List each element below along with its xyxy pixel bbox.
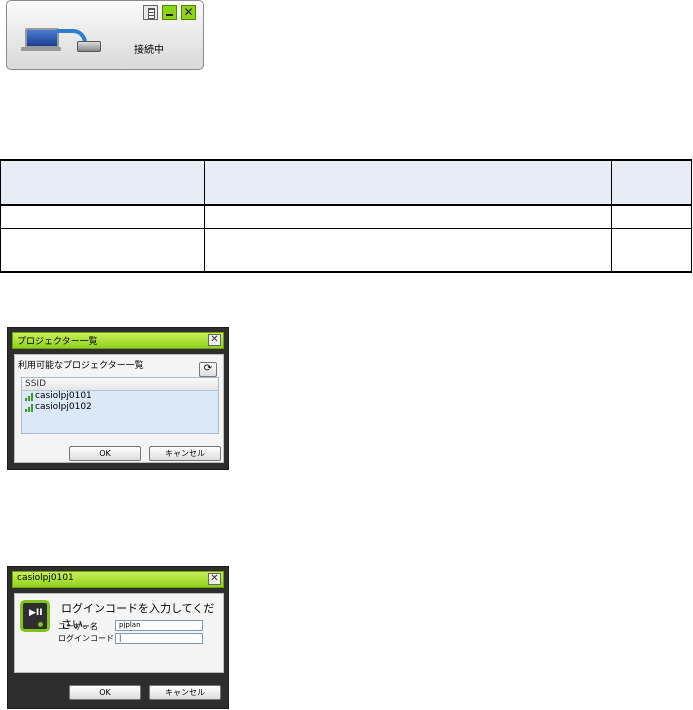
projector-icon [77,41,101,52]
dialog-title: プロジェクター一覧 [17,337,98,347]
login-code-field[interactable]: | [115,633,203,644]
list-item-label: casiolpj0101 [35,391,92,401]
dialog-titlebar: casiolpj0101 ✕ [12,571,224,588]
app-icon: ▶II [20,600,50,632]
login-code-label: ログインコード [58,634,114,643]
dialog-body: ▶II ログインコードを入力してください。 ユーザー名 pjplan ログインコ… [14,593,224,673]
projector-list-subtitle: 利用可能なプロジェクター一覧 [18,361,144,371]
info-table [0,159,692,273]
ok-button[interactable]: OK [69,446,141,461]
dialog-titlebar: プロジェクター一覧 ✕ [12,332,224,349]
list-item-label: casiolpj0102 [35,402,92,412]
signal-strength-icon [25,392,34,401]
status-dot [38,622,43,627]
play-pause-icon: ▶II [29,608,43,618]
table-cell [0,228,205,273]
info-icon[interactable] [143,5,158,20]
laptop-base [21,47,61,51]
signal-strength-icon [25,403,34,412]
cancel-button[interactable]: キャンセル [149,446,221,461]
close-button[interactable]: ✕ [208,334,221,346]
table-cell [611,204,692,229]
table-header-row [0,159,692,206]
login-dialog: casiolpj0101 ✕ ▶II ログインコードを入力してください。 ユーザ… [7,566,229,709]
close-button[interactable]: ✕ [208,573,221,585]
close-button[interactable]: ✕ [181,5,196,20]
list-item[interactable]: casiolpj0101 [22,391,218,402]
table-cell [203,228,613,273]
table-header-cell [0,159,205,206]
table-row [0,204,692,229]
list-column-header-ssid[interactable]: SSID [22,378,218,391]
list-item[interactable]: casiolpj0102 [22,402,218,413]
connection-status: 接続中 [134,45,164,56]
minimize-button[interactable] [162,5,177,20]
table-cell [0,204,205,229]
connection-widget: ✕ 接続中 [6,0,204,70]
table-cell [611,228,692,273]
projector-list: SSID casiolpj0101 casiolpj0102 [21,377,219,434]
cancel-button[interactable]: キャンセル [149,685,221,700]
ok-button[interactable]: OK [69,685,141,700]
table-row [0,228,692,273]
username-label: ユーザー名 [58,622,98,631]
table-cell [203,204,613,229]
username-field[interactable]: pjplan [115,620,203,631]
refresh-button[interactable]: ⟳ [199,362,217,377]
dialog-title: casiolpj0101 [17,573,74,583]
table-header-cell [203,159,613,206]
laptop-icon [25,28,59,48]
table-header-cell [611,159,692,206]
projector-list-dialog: プロジェクター一覧 ✕ 利用可能なプロジェクター一覧 ⟳ SSID casiol… [7,327,229,470]
